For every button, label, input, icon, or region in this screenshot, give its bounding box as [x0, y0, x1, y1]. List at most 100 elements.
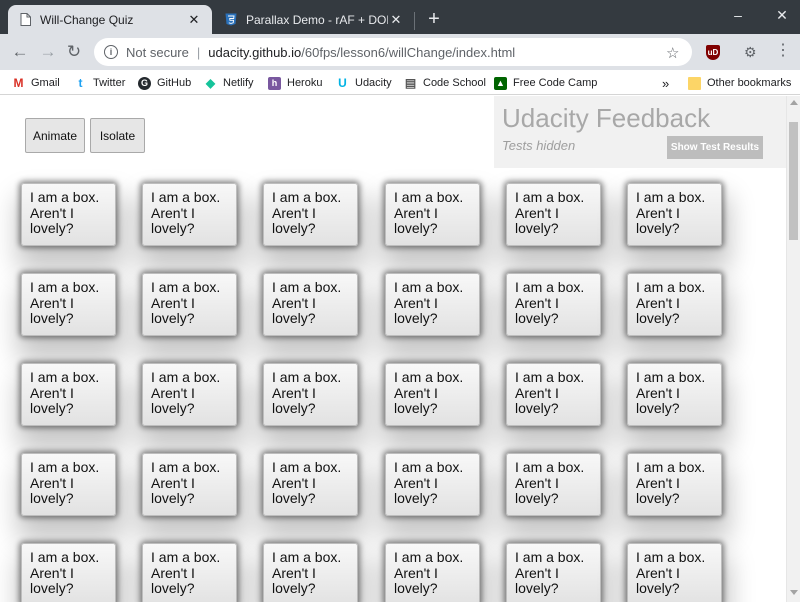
box-text-line: Aren't I	[636, 204, 680, 221]
box: I am a box. Aren't Ilovely?	[21, 453, 116, 516]
close-window-button[interactable]: ✕	[760, 0, 800, 30]
box: I am a box. Aren't Ilovely?	[385, 453, 480, 516]
extension-icon[interactable]: ⚙	[744, 44, 757, 61]
bookmark-twitter[interactable]: t Twitter	[74, 74, 126, 92]
show-test-results-button[interactable]: Show Test Results	[667, 136, 763, 159]
box-text-line: lovely?	[636, 310, 680, 326]
other-bookmarks[interactable]: Other bookmarks	[688, 74, 791, 92]
box-text-line: I am a box.	[30, 459, 100, 475]
box: I am a box. Aren't Ilovely?	[263, 183, 358, 246]
box: I am a box. Aren't Ilovely?	[142, 543, 237, 602]
ublock-icon[interactable]: uD	[706, 45, 720, 60]
page-scrollbar[interactable]	[786, 96, 800, 602]
bookmark-star-icon[interactable]: ☆	[666, 44, 679, 62]
url-path: /60fps/lesson6/willChange/index.html	[301, 44, 516, 60]
box-text-line: I am a box.	[30, 369, 100, 385]
box-text-line: lovely?	[30, 220, 74, 236]
box-text-line: I am a box.	[515, 369, 585, 385]
box: I am a box. Aren't Ilovely?	[21, 363, 116, 426]
bookmark-label: Gmail	[31, 77, 60, 89]
bookmark-label: Twitter	[93, 77, 126, 89]
box-text-line: I am a box.	[636, 279, 706, 295]
box-text-line: I am a box.	[272, 549, 342, 565]
box: I am a box. Aren't Ilovely?	[506, 363, 601, 426]
box-text-line: lovely?	[515, 400, 559, 416]
github-icon: G	[138, 76, 151, 90]
box-text-line: I am a box.	[515, 279, 585, 295]
box: I am a box. Aren't Ilovely?	[506, 183, 601, 246]
box-text-line: Aren't I	[151, 204, 195, 221]
udacity-icon: U	[338, 76, 347, 90]
tab-strip: Will-Change Quiz ✕ Parallax Demo - rAF +…	[0, 0, 800, 34]
animate-button[interactable]: Animate	[25, 118, 85, 153]
bookmark-gmail[interactable]: M Gmail	[12, 74, 60, 92]
tab-will-change-quiz[interactable]: Will-Change Quiz ✕	[8, 5, 212, 34]
box-text-line: lovely?	[151, 400, 195, 416]
browser-toolbar: ← → ↻ i Not secure | udacity.github.io /…	[0, 34, 800, 70]
tab-title: Parallax Demo - rAF + DOM + Wi	[246, 12, 388, 27]
box: I am a box. Aren't Ilovely?	[506, 543, 601, 602]
gmail-icon: M	[13, 76, 24, 90]
folder-icon	[688, 76, 701, 90]
scroll-thumb[interactable]	[789, 122, 798, 240]
tab-close-icon[interactable]: ✕	[388, 12, 404, 28]
box-text-line: Aren't I	[636, 564, 680, 581]
scroll-up-arrow-icon[interactable]	[790, 100, 798, 105]
bookmark-free-code-camp[interactable]: ▲ Free Code Camp	[494, 74, 597, 92]
new-tab-button[interactable]: +	[424, 9, 444, 29]
box-text-line: lovely?	[272, 490, 316, 506]
box-text-line: I am a box.	[151, 189, 221, 205]
box-text-line: Aren't I	[515, 204, 559, 221]
box-text-line: I am a box.	[515, 459, 585, 475]
box-text-line: I am a box.	[636, 459, 706, 475]
tab-parallax-demo[interactable]: Parallax Demo - rAF + DOM + Wi ✕	[214, 5, 414, 34]
box-text-line: lovely?	[394, 490, 438, 506]
isolate-button[interactable]: Isolate	[90, 118, 145, 153]
box: I am a box. Aren't Ilovely?	[263, 543, 358, 602]
box-text-line: lovely?	[394, 580, 438, 596]
menu-icon[interactable]: ⋮	[775, 42, 791, 60]
bookmark-heroku[interactable]: h Heroku	[268, 74, 322, 92]
freecodecamp-icon: ▲	[494, 76, 507, 90]
box-text-line: I am a box.	[30, 189, 100, 205]
box-text-line: I am a box.	[151, 459, 221, 475]
box: I am a box. Aren't Ilovely?	[627, 543, 722, 602]
box: I am a box. Aren't Ilovely?	[385, 183, 480, 246]
maximize-button[interactable]	[718, 0, 762, 30]
back-button[interactable]: ←	[8, 40, 32, 64]
html5-icon	[224, 13, 238, 27]
box-text-line: lovely?	[515, 490, 559, 506]
address-bar[interactable]: i Not secure | udacity.github.io /60fps/…	[94, 38, 692, 66]
bookmark-github[interactable]: G GitHub	[138, 74, 191, 92]
box-text-line: lovely?	[272, 220, 316, 236]
box: I am a box. Aren't Ilovely?	[142, 453, 237, 516]
box-text-line: Aren't I	[30, 294, 74, 311]
bookmarks-overflow-button[interactable]: »	[662, 74, 669, 92]
box-text-line: I am a box.	[151, 279, 221, 295]
bookmark-netlify[interactable]: ◆ Netlify	[204, 74, 254, 92]
box-text-line: lovely?	[151, 310, 195, 326]
bookmark-code-school[interactable]: ▤ Code School	[404, 74, 486, 92]
tab-close-icon[interactable]: ✕	[186, 12, 202, 28]
box-text-line: lovely?	[272, 400, 316, 416]
box-text-line: Aren't I	[515, 564, 559, 581]
info-icon[interactable]: i	[104, 45, 118, 59]
box-text-line: lovely?	[272, 310, 316, 326]
box: I am a box. Aren't Ilovely?	[627, 273, 722, 336]
box: I am a box. Aren't Ilovely?	[627, 183, 722, 246]
reload-button[interactable]: ↻	[62, 40, 86, 64]
bookmarks-bar: M Gmail t Twitter G GitHub ◆ Netlify h H…	[0, 70, 800, 95]
forward-button[interactable]: →	[36, 40, 60, 64]
box-text-line: I am a box.	[394, 279, 464, 295]
twitter-icon: t	[78, 76, 83, 90]
bookmark-label: Heroku	[287, 77, 323, 89]
bookmark-label: Netlify	[223, 77, 254, 89]
box: I am a box. Aren't Ilovely?	[263, 273, 358, 336]
bookmark-label: Code School	[423, 77, 486, 89]
box-text-line: Aren't I	[394, 564, 438, 581]
bookmark-udacity[interactable]: U Udacity	[336, 74, 392, 92]
box: I am a box. Aren't Ilovely?	[263, 453, 358, 516]
box-text-line: Aren't I	[636, 294, 680, 311]
scroll-down-arrow-icon[interactable]	[790, 590, 798, 595]
box-text-line: lovely?	[515, 310, 559, 326]
